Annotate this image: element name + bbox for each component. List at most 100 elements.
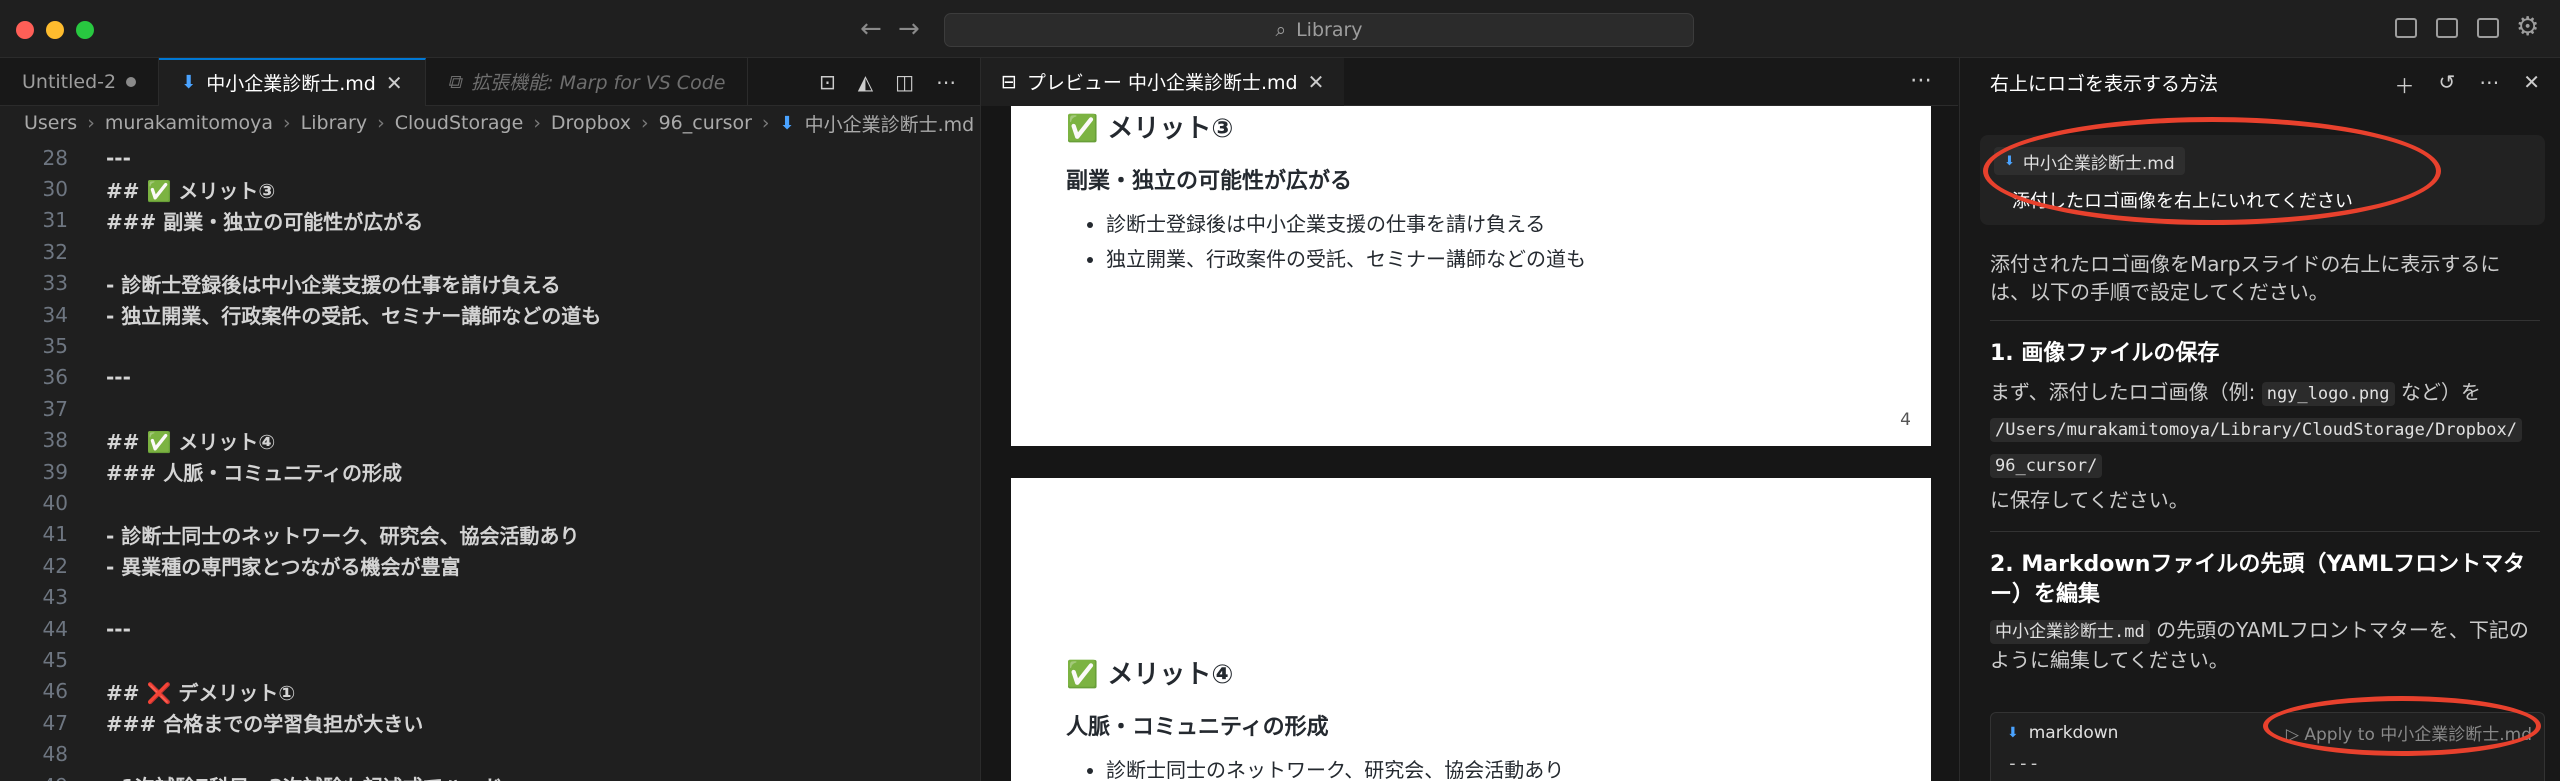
line-text: ## ❌ デメリット① <box>106 680 296 705</box>
code-line[interactable]: 30 ## ✅ メリット③ <box>0 173 980 204</box>
tab-markdown-file[interactable]: ⬇ 中小企業診断士.md ✕ <box>159 57 426 106</box>
code-line[interactable]: 44 --- <box>0 613 980 644</box>
code-language: markdown <box>2028 723 2119 743</box>
line-text: --- <box>106 365 131 390</box>
line-number: 35 <box>42 334 68 359</box>
preview-pane: ⊟ プレビュー 中小企業診断士.md ✕ ⋯ ✅ メリット③ 副業・独立の可能性… <box>980 57 1959 781</box>
extensions-icon: ⧉ <box>447 70 462 93</box>
open-preview-icon[interactable]: ⊡ <box>819 70 836 94</box>
step2-text: 中小企業診断士.md の先頭のYAMLフロントマターを、下記のように編集してくだ… <box>1990 618 2529 672</box>
line-number: 31 <box>42 208 68 233</box>
toggle-primary-sidebar-icon[interactable] <box>2395 18 2417 38</box>
minimize-window-button[interactable] <box>46 21 64 39</box>
list-item: 診断士登録後は中小企業支援の仕事を請け負える <box>1106 207 1876 242</box>
close-icon[interactable]: ✕ <box>1308 70 1325 94</box>
tab-label: 拡張機能: Marp for VS Code <box>471 72 726 94</box>
toggle-secondary-sidebar-icon[interactable] <box>2477 18 2499 38</box>
breadcrumb-item[interactable]: murakamitomoya <box>105 112 273 134</box>
close-window-button[interactable] <box>16 21 34 39</box>
code-line[interactable]: 37 <box>0 393 980 424</box>
slide-subtitle: 副業・独立の可能性が広がる <box>1066 169 1353 194</box>
more-actions-icon[interactable]: ⋯ <box>936 70 956 94</box>
markdown-file-icon: ⬇ <box>181 72 197 93</box>
breadcrumb: Users › murakamitomoya › Library › CloudSto… <box>0 106 980 140</box>
line-text: ### 合格までの学習負担が大きい <box>106 712 424 737</box>
more-actions-icon[interactable]: ⋯ <box>1910 68 1932 93</box>
line-text: --- <box>106 145 131 170</box>
inline-code-path: 96_cursor/ <box>1990 454 2103 478</box>
code-line[interactable]: 32 <box>0 236 980 267</box>
command-center-search[interactable]: ⌕ Library <box>944 13 1694 47</box>
inline-code: 中小企業診断士.md <box>1990 620 2150 644</box>
tab-extension-marp[interactable]: ⧉ 拡張機能: Marp for VS Code <box>426 57 749 106</box>
breadcrumb-item[interactable]: Dropbox <box>551 112 631 134</box>
modified-dot-icon <box>126 76 137 87</box>
code-line[interactable]: 38 ## ✅ メリット④ <box>0 425 980 456</box>
history-icon[interactable]: ↺ <box>2438 70 2455 99</box>
breadcrumb-item[interactable]: Users <box>24 112 77 134</box>
line-number: 41 <box>42 522 68 547</box>
breadcrumb-item[interactable]: 96_cursor <box>659 112 752 134</box>
line-text: - 独立開業、行政案件の受託、セミナー講師などの道も <box>106 304 602 329</box>
tab-label: Untitled-2 <box>22 70 117 93</box>
search-icon: ⌕ <box>1275 19 1287 41</box>
code-line[interactable]: 28 --- <box>0 142 980 173</box>
line-text: ## ✅ メリット④ <box>106 429 276 454</box>
code-line[interactable]: 35 <box>0 330 980 361</box>
close-icon[interactable]: ✕ <box>2523 70 2540 99</box>
markdown-file-icon: ⬇ <box>2007 725 2019 741</box>
code-line[interactable]: 33 - 診断士登録後は中小企業支援の仕事を請け負える <box>0 268 980 299</box>
line-text: - 診断士同士のネットワーク、研究会、協会活動あり <box>106 523 580 548</box>
code-line[interactable]: 46 ## ❌ デメリット① <box>0 676 980 707</box>
code-block-content: --- <box>2007 753 2040 774</box>
toggle-panel-icon[interactable] <box>2436 18 2458 38</box>
code-editor[interactable]: 28 --- 30 ## ✅ メリット③ 31 ### 副業・独立の可能性が広がる 32 33… <box>0 140 980 781</box>
slide-4: ✅ メリット③ 副業・独立の可能性が広がる 診断士登録後は中小企業支援の仕事を請… <box>1011 106 1931 446</box>
line-number: 39 <box>42 459 68 484</box>
breadcrumb-item[interactable]: Library <box>301 112 367 134</box>
inline-code-path: /Users/murakamitomoya/Library/CloudStora… <box>1990 418 2522 442</box>
code-line[interactable]: 34 - 独立開業、行政案件の受託、セミナー講師などの道も <box>0 299 980 330</box>
code-line[interactable]: 43 <box>0 581 980 612</box>
breadcrumb-item[interactable]: 中小企業診断士.md <box>805 110 975 137</box>
code-line[interactable]: 40 <box>0 487 980 518</box>
title-bar: ← → ⌕ Library ⚙ <box>0 0 2560 58</box>
line-number: 33 <box>42 271 68 296</box>
code-line[interactable]: 47 ### 合格までの学習負担が大きい <box>0 707 980 738</box>
line-text: - 診断士登録後は中小企業支援の仕事を請け負える <box>106 272 561 297</box>
maximize-window-button[interactable] <box>76 21 94 39</box>
more-actions-icon[interactable]: ⋯ <box>2479 70 2499 99</box>
settings-gear-icon[interactable]: ⚙ <box>2516 12 2539 42</box>
new-chat-icon[interactable]: ＋ <box>2394 70 2414 99</box>
chat-title: 右上にロゴを表示する方法 <box>1990 72 2219 95</box>
breadcrumb-item[interactable]: CloudStorage <box>395 112 524 134</box>
code-line[interactable]: 49- 1次試験7科目、2次試験も記述式でハード <box>0 770 980 781</box>
line-number: 28 <box>42 145 68 170</box>
marp-icon[interactable]: ◭ <box>858 70 873 94</box>
forward-arrow-icon[interactable]: → <box>898 14 920 44</box>
back-arrow-icon[interactable]: ← <box>860 14 882 44</box>
tab-label: プレビュー 中小企業診断士.md <box>1026 72 1298 94</box>
code-line[interactable]: 45 <box>0 644 980 675</box>
code-line[interactable]: 36 --- <box>0 362 980 393</box>
line-number: 36 <box>42 365 68 390</box>
code-line[interactable]: 39 ### 人脈・コミュニティの形成 <box>0 456 980 487</box>
code-line[interactable]: 31 ### 副業・独立の可能性が広がる <box>0 205 980 236</box>
inline-code: ngy_logo.png <box>2261 382 2395 406</box>
line-text: - 1次試験7科目、2次試験も記述式でハード <box>68 771 503 781</box>
search-text: Library <box>1296 19 1363 41</box>
tab-untitled-2[interactable]: Untitled-2 <box>0 57 160 106</box>
code-line[interactable]: 42 - 異業種の専門家とつながる機会が豊富 <box>0 550 980 581</box>
step2-heading: 2. Markdownファイルの先頭（YAMLフロントマター）を編集 <box>1990 552 2526 607</box>
split-editor-icon[interactable]: ◫ <box>895 70 914 94</box>
list-item: 診断士同士のネットワーク、研究会、協会活動あり <box>1106 753 1876 781</box>
close-icon[interactable]: ✕ <box>386 71 403 95</box>
line-number: 34 <box>42 302 68 327</box>
line-number: 30 <box>42 177 68 202</box>
line-text: - 異業種の専門家とつながる機会が豊富 <box>106 555 461 580</box>
line-number: 47 <box>42 710 68 735</box>
code-line[interactable]: 48 <box>0 738 980 769</box>
preview-body[interactable]: ✅ メリット③ 副業・独立の可能性が広がる 診断士登録後は中小企業支援の仕事を請… <box>981 106 1959 781</box>
code-line[interactable]: 41 - 診断士同士のネットワーク、研究会、協会活動あり <box>0 519 980 550</box>
tab-preview[interactable]: ⊟ プレビュー 中小企業診断士.md ✕ <box>981 57 1345 106</box>
